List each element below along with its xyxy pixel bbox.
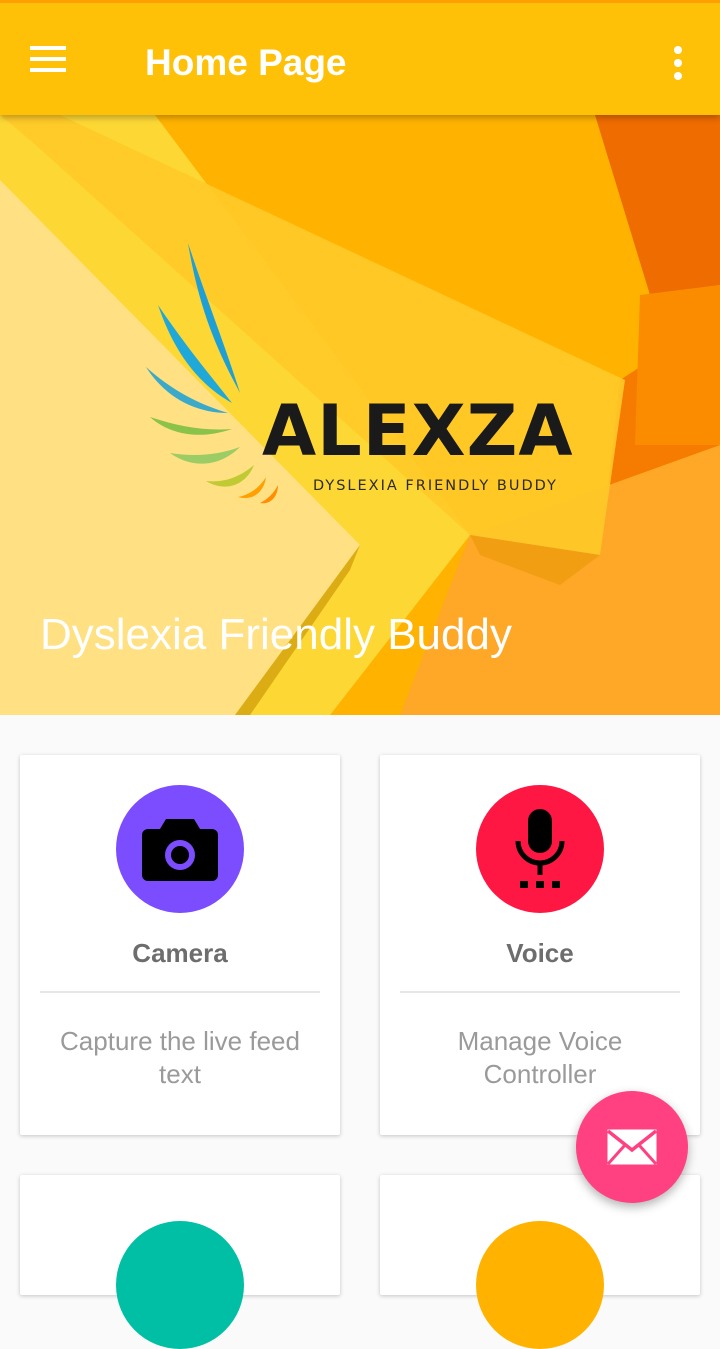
app-bar: Home Page [0, 0, 720, 115]
card-title: Camera [132, 938, 228, 968]
email-fab-button[interactable] [576, 1091, 688, 1203]
card-partial-left[interactable] [20, 1175, 340, 1349]
card-description: Manage Voice Controller [457, 1026, 623, 1089]
logo-tagline: DYSLEXIA FRIENDLY BUDDY [313, 478, 558, 494]
header-title: Dyslexia Friendly Buddy [40, 610, 512, 659]
voice-icon-circle [476, 785, 604, 913]
card-divider [400, 991, 680, 993]
microphone-icon [515, 809, 565, 888]
card-title: Voice [506, 938, 574, 968]
card-icon-circle [476, 1221, 604, 1349]
hamburger-menu-icon[interactable] [18, 31, 78, 87]
camera-icon [142, 819, 218, 881]
card-divider [40, 991, 320, 993]
card-description: Capture the live feed text [60, 1026, 300, 1089]
logo-name: ALEXZA [262, 390, 574, 472]
camera-icon-circle [116, 785, 244, 913]
header-banner: ALEXZA DYSLEXIA FRIENDLY BUDDY Dyslexia … [0, 115, 720, 715]
email-icon [606, 1129, 658, 1166]
card-icon-circle [116, 1221, 244, 1349]
page-title: Home Page [145, 42, 347, 83]
more-vertical-icon[interactable] [658, 35, 698, 91]
voice-card[interactable]: Voice Manage Voice Controller [380, 755, 700, 1135]
camera-card[interactable]: Camera Capture the live feed text [20, 755, 340, 1135]
